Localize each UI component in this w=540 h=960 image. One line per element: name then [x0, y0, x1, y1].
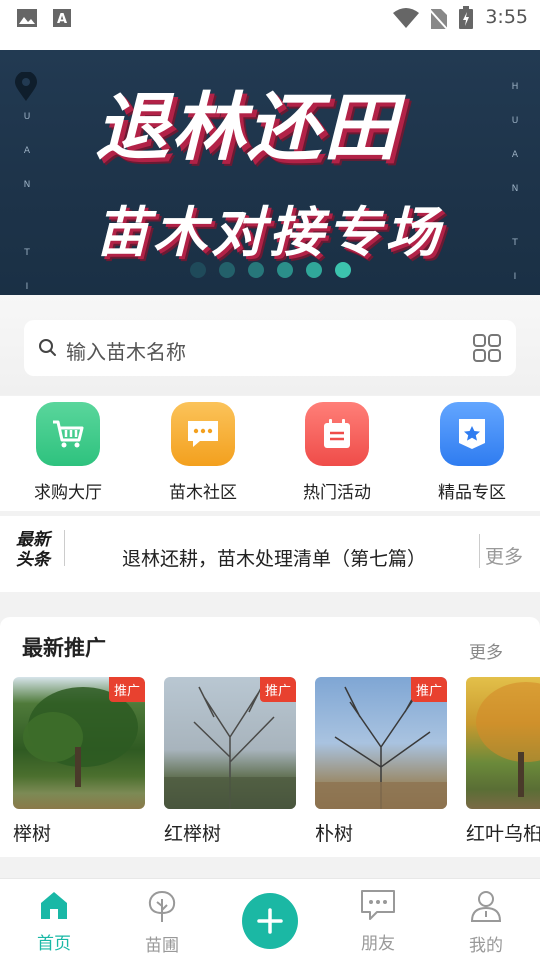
promo-name: 朴树: [315, 823, 354, 845]
chat-bubble-icon: [171, 402, 235, 466]
promo-card[interactable]: 推广 朴树: [315, 677, 447, 846]
banner-title: 退林还田: [95, 85, 399, 171]
promo-banner[interactable]: UANTIA HUANTIA 退林还田 苗木对接专场: [0, 50, 540, 295]
tab-label: 朋友: [361, 934, 395, 954]
calendar-icon: [305, 402, 369, 466]
wifi-icon: [393, 8, 419, 28]
user-icon: [470, 891, 502, 922]
plus-icon: [257, 908, 283, 934]
tab-home[interactable]: 首页: [14, 889, 94, 954]
location-pin-icon: [15, 72, 37, 101]
quick-item-label: 苗木社区: [169, 483, 237, 503]
promo-badge: 推广: [410, 677, 447, 702]
add-button[interactable]: [242, 893, 298, 949]
tree-photo: [466, 677, 540, 809]
news-ticker[interactable]: 最新 头条 退林还耕，苗木处理清单（第七篇） 更多: [0, 516, 540, 592]
promo-badge: 推广: [259, 677, 296, 702]
quick-item-community[interactable]: 苗木社区: [148, 402, 258, 503]
quick-item-label: 精品专区: [438, 483, 506, 503]
tab-friends[interactable]: 朋友: [338, 889, 418, 954]
news-tag: 最新 头条: [16, 530, 50, 570]
status-bar: A 3:55: [0, 0, 540, 36]
promo-badge: 推广: [108, 677, 145, 702]
news-headline[interactable]: 退林还耕，苗木处理清单（第七篇）: [122, 544, 426, 571]
tree-photo: 推广: [164, 677, 296, 809]
svg-text:A: A: [57, 12, 67, 27]
promotion-more-link[interactable]: 更多: [469, 638, 503, 663]
tab-mine[interactable]: 我的: [446, 889, 526, 956]
promotion-section: 最新推广 更多 推广 榉树 推广 红榉树 推广 朴树 红叶乌桕: [0, 617, 540, 857]
quick-item-label: 热门活动: [303, 483, 371, 503]
section-title: 最新推广: [22, 636, 106, 660]
promo-card[interactable]: 推广 榉树: [13, 677, 145, 846]
promo-card[interactable]: 红叶乌桕: [466, 677, 540, 846]
shopping-cart-icon: [36, 402, 100, 466]
font-icon: A: [53, 9, 71, 27]
tree-icon: [148, 890, 176, 922]
promo-card[interactable]: 推广 红榉树: [164, 677, 296, 846]
tree-photo: 推广: [315, 677, 447, 809]
tab-label: 首页: [37, 934, 71, 954]
gallery-icon: [17, 9, 37, 27]
star-badge-icon: [440, 402, 504, 466]
quick-item-label: 求购大厅: [34, 483, 102, 503]
clock: 3:55: [485, 6, 528, 28]
banner-subtitle: 苗木对接专场: [95, 201, 443, 264]
banner-dots: [190, 262, 351, 278]
promo-name: 红叶乌桕: [466, 823, 540, 845]
banner-side-letters-right: HUANTIA: [511, 82, 519, 282]
banner-side-letters-left: UANTIA: [23, 112, 31, 292]
search-input[interactable]: 输入苗木名称: [66, 336, 186, 365]
tab-label: 苗圃: [145, 936, 179, 956]
news-more-link[interactable]: 更多: [485, 542, 523, 569]
home-icon: [41, 892, 67, 919]
grid-menu-icon[interactable]: [472, 333, 502, 363]
search-icon: [39, 339, 56, 356]
quick-menu: 求购大厅 苗木社区 热门活动 精品专区: [0, 396, 540, 511]
quick-item-premium[interactable]: 精品专区: [417, 402, 527, 503]
no-sim-icon: [428, 8, 448, 30]
message-icon: [361, 890, 395, 920]
tab-label: 我的: [469, 936, 503, 956]
promo-name: 红榉树: [164, 823, 222, 845]
quick-item-events[interactable]: 热门活动: [282, 402, 392, 503]
promo-name: 榉树: [13, 823, 52, 845]
tab-nursery[interactable]: 苗圃: [122, 889, 202, 956]
battery-icon: [459, 6, 473, 29]
quick-item-purchase-hall[interactable]: 求购大厅: [13, 402, 123, 503]
search-bar[interactable]: 输入苗木名称: [24, 320, 516, 376]
tree-photo: 推广: [13, 677, 145, 809]
